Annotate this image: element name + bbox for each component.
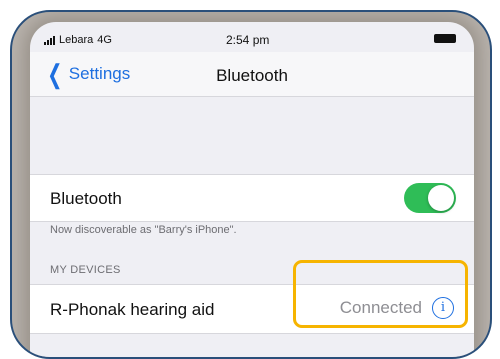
network-type: 4G <box>97 34 112 46</box>
status-bar: Lebara 4G 2:54 pm <box>30 22 474 52</box>
info-icon[interactable]: i <box>432 297 454 319</box>
page-title: Bluetooth <box>216 66 288 85</box>
battery-icon <box>434 34 456 43</box>
section-header-my-devices: MY DEVICES <box>50 264 121 276</box>
toggle-knob <box>428 185 454 211</box>
discoverable-note: Now discoverable as "Barry's iPhone". <box>50 224 237 236</box>
clock: 2:54 pm <box>226 33 270 47</box>
phone-screen: Lebara 4G 2:54 pm ❮ Settings Bluetooth B… <box>30 22 474 357</box>
bluetooth-toggle[interactable] <box>404 183 456 213</box>
bluetooth-row: Bluetooth <box>30 174 474 222</box>
navigation-bar: ❮ Settings Bluetooth <box>30 52 474 97</box>
bluetooth-row-label: Bluetooth <box>50 189 122 208</box>
device-status-text: Connected <box>339 298 422 317</box>
carrier-name: Lebara <box>59 34 94 46</box>
screenshot-frame: Lebara 4G 2:54 pm ❮ Settings Bluetooth B… <box>10 10 492 359</box>
device-name: R-Phonak hearing aid <box>50 300 215 319</box>
device-status: Connected i <box>340 297 454 319</box>
signal-icon <box>44 35 55 45</box>
carrier-info: Lebara 4G <box>44 34 112 46</box>
device-row-r-phonak[interactable]: R-Phonak hearing aid Connected i <box>30 284 474 334</box>
